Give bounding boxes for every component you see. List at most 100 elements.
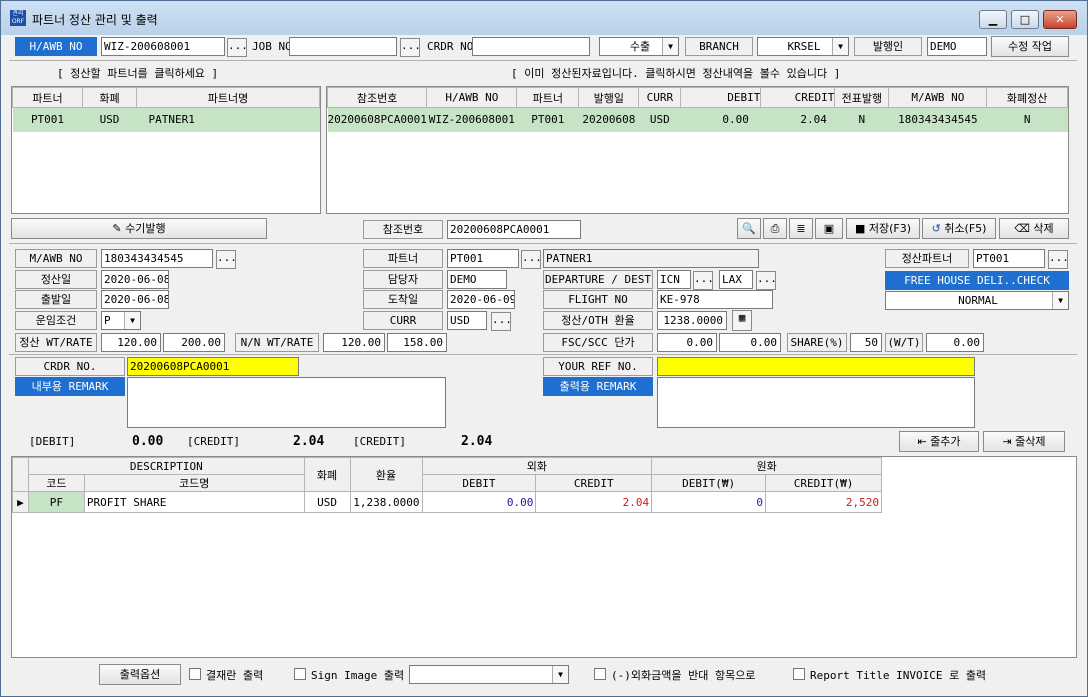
fsc-input[interactable]: 0.00 [657, 333, 717, 352]
issuer-label: 발행인 [854, 37, 922, 56]
disk-icon: ■ [854, 222, 869, 235]
departure-input[interactable]: ICN [657, 270, 691, 289]
col-rate: 환율 [349, 457, 423, 492]
flight-label: FLIGHT NO [543, 290, 653, 309]
print-multi-icon[interactable]: ≣ [789, 218, 813, 239]
partner-lookup-button[interactable]: ... [521, 250, 542, 269]
reverse-amount-checkbox[interactable] [594, 668, 606, 680]
issuer-input[interactable]: DEMO [927, 37, 987, 56]
minimize-button[interactable]: ▁ [979, 10, 1007, 29]
close-button[interactable]: ✕ [1043, 10, 1077, 29]
weight-input[interactable]: 120.00 [101, 333, 161, 352]
job-input[interactable] [289, 37, 397, 56]
arrival-input[interactable]: 2020-06-09 [447, 290, 515, 309]
cell[interactable]: 2.04 [535, 491, 653, 513]
share-input[interactable]: 50 [850, 333, 882, 352]
add-row-button[interactable]: ⇤ 줄추가 [899, 431, 979, 452]
chevron-down-icon[interactable]: ▼ [1052, 292, 1068, 309]
opt4-label: Report Title INVOICE 로 출력 [810, 669, 987, 682]
nn-weight-input[interactable]: 120.00 [323, 333, 385, 352]
table-row[interactable]: ▶ PF PROFIT SHARE USD 1,238.0000 0.00 2.… [12, 491, 882, 513]
maximize-button[interactable]: □ [1011, 10, 1039, 29]
delete-row-button[interactable]: ⇥ 줄삭제 [983, 431, 1065, 452]
dest-input[interactable]: LAX [719, 270, 753, 289]
crdr-no-label: CRDR NO. [15, 357, 125, 376]
cancel-button[interactable]: ↺ 취소(F5) [922, 218, 996, 239]
scc-input[interactable]: 0.00 [719, 333, 781, 352]
calculator-icon[interactable]: ▦ [732, 310, 752, 331]
table-row[interactable]: PT001 USD PATNER1 [12, 107, 320, 132]
chevron-down-icon[interactable]: ▼ [832, 38, 848, 55]
hawb-lookup-button[interactable]: ... [227, 38, 248, 57]
exch-input[interactable]: 1238.0000 [657, 311, 727, 330]
sign-image-checkbox[interactable] [294, 668, 306, 680]
chevron-down-icon[interactable]: ▼ [124, 312, 140, 329]
mawb-lookup-button[interactable]: ... [216, 250, 237, 269]
hawb-input[interactable]: WIZ-200608001 [101, 37, 225, 56]
cell[interactable]: PROFIT SHARE [83, 491, 305, 513]
sign-box-checkbox[interactable] [189, 668, 201, 680]
cell[interactable]: 0.00 [421, 491, 537, 513]
wt-input[interactable]: 0.00 [926, 333, 984, 352]
normal-value: NORMAL [958, 294, 998, 307]
cell[interactable]: 1,238.0000 [349, 491, 423, 513]
share-label: SHARE(%) [787, 333, 847, 352]
chevron-down-icon[interactable]: ▼ [662, 38, 678, 55]
free-house-check[interactable]: FREE HOUSE DELI..CHECK [885, 271, 1069, 290]
cell[interactable]: PF [27, 491, 85, 513]
settled-grid: 참조번호 H/AWB NO 파트너 발행일 CURR DEBIT CREDIT … [326, 86, 1069, 214]
branch-select[interactable]: KRSEL ▼ [757, 37, 849, 56]
row-indicator-col [12, 457, 29, 492]
settle-partner-input[interactable]: PT001 [973, 249, 1045, 268]
nn-rate-input[interactable]: 158.00 [387, 333, 447, 352]
curr-input[interactable]: USD [447, 311, 487, 330]
manager-input[interactable]: DEMO [447, 270, 507, 289]
cell[interactable]: 2,520 [765, 491, 882, 513]
settle-date-input[interactable]: 2020-06-08 [101, 270, 169, 289]
normal-select[interactable]: NORMAL ▼ [885, 291, 1069, 310]
save-button[interactable]: ■ 저장(F3) [846, 218, 920, 239]
sign-image-select[interactable]: ▼ [409, 665, 569, 684]
internal-remark-textarea[interactable] [127, 377, 446, 428]
print-remark-textarea[interactable] [657, 377, 975, 428]
crdr-input[interactable] [472, 37, 590, 56]
chevron-down-icon[interactable]: ▼ [552, 666, 568, 683]
print-options-button[interactable]: 출력옵션 [99, 664, 181, 685]
col-credit: CREDIT [535, 474, 653, 492]
rate-input[interactable]: 200.00 [163, 333, 225, 352]
preview-icon[interactable]: 🔍 [737, 218, 761, 239]
table-row[interactable]: 20200608PCA0001 WIZ-200608001 PT001 2020… [327, 107, 1068, 132]
delete-row-icon: ⇥ [1002, 435, 1016, 448]
settle-date-label: 정산일 [15, 270, 97, 289]
depart-date-input[interactable]: 2020-06-08 [101, 290, 169, 309]
print-icon[interactable]: ⎙ [763, 218, 787, 239]
settle-partner-lookup-button[interactable]: ... [1048, 250, 1069, 269]
job-lookup-button[interactable]: ... [400, 38, 421, 57]
partner-grid: 파트너 화폐 파트너명 PT001 USD PATNER1 [11, 86, 321, 214]
cell[interactable]: 0 [651, 491, 767, 513]
your-ref-input[interactable] [657, 357, 975, 376]
crdr-no-input[interactable]: 20200608PCA0001 [127, 357, 299, 376]
curr-lookup-button[interactable]: ... [491, 312, 512, 331]
freight-select[interactable]: P ▼ [101, 311, 141, 330]
manual-issue-button[interactable]: ✎ 수기발행 [11, 218, 267, 239]
departure-lookup-button[interactable]: ... [693, 271, 714, 290]
delete-button[interactable]: ⌫ 삭제 [999, 218, 1069, 239]
dest-lookup-button[interactable]: ... [756, 271, 777, 290]
your-ref-label: YOUR REF NO. [543, 357, 653, 376]
edit-mode-button[interactable]: 수정 작업 [991, 36, 1069, 57]
ref-input[interactable]: 20200608PCA0001 [447, 220, 581, 239]
settled-hint: [ 이미 정산된자료입니다. 클릭하시면 정산내역을 볼수 있습니다 ] [511, 67, 841, 80]
direction-select[interactable]: 수출 ▼ [599, 37, 679, 56]
mawb-input[interactable]: 180343434545 [101, 249, 213, 268]
partner-label: 파트너 [363, 249, 443, 268]
flight-input[interactable]: KE-978 [657, 290, 773, 309]
crdr-label: CRDR NO [427, 40, 473, 53]
delete-label: 삭제 [1033, 222, 1054, 235]
cell[interactable]: USD [303, 491, 351, 513]
col-credit: CREDIT [760, 87, 836, 108]
invoice-title-checkbox[interactable] [793, 668, 805, 680]
partner-input[interactable]: PT001 [447, 249, 519, 268]
image-icon[interactable]: ▣ [815, 218, 843, 239]
col-credit-w: CREDIT(₩) [765, 474, 882, 492]
